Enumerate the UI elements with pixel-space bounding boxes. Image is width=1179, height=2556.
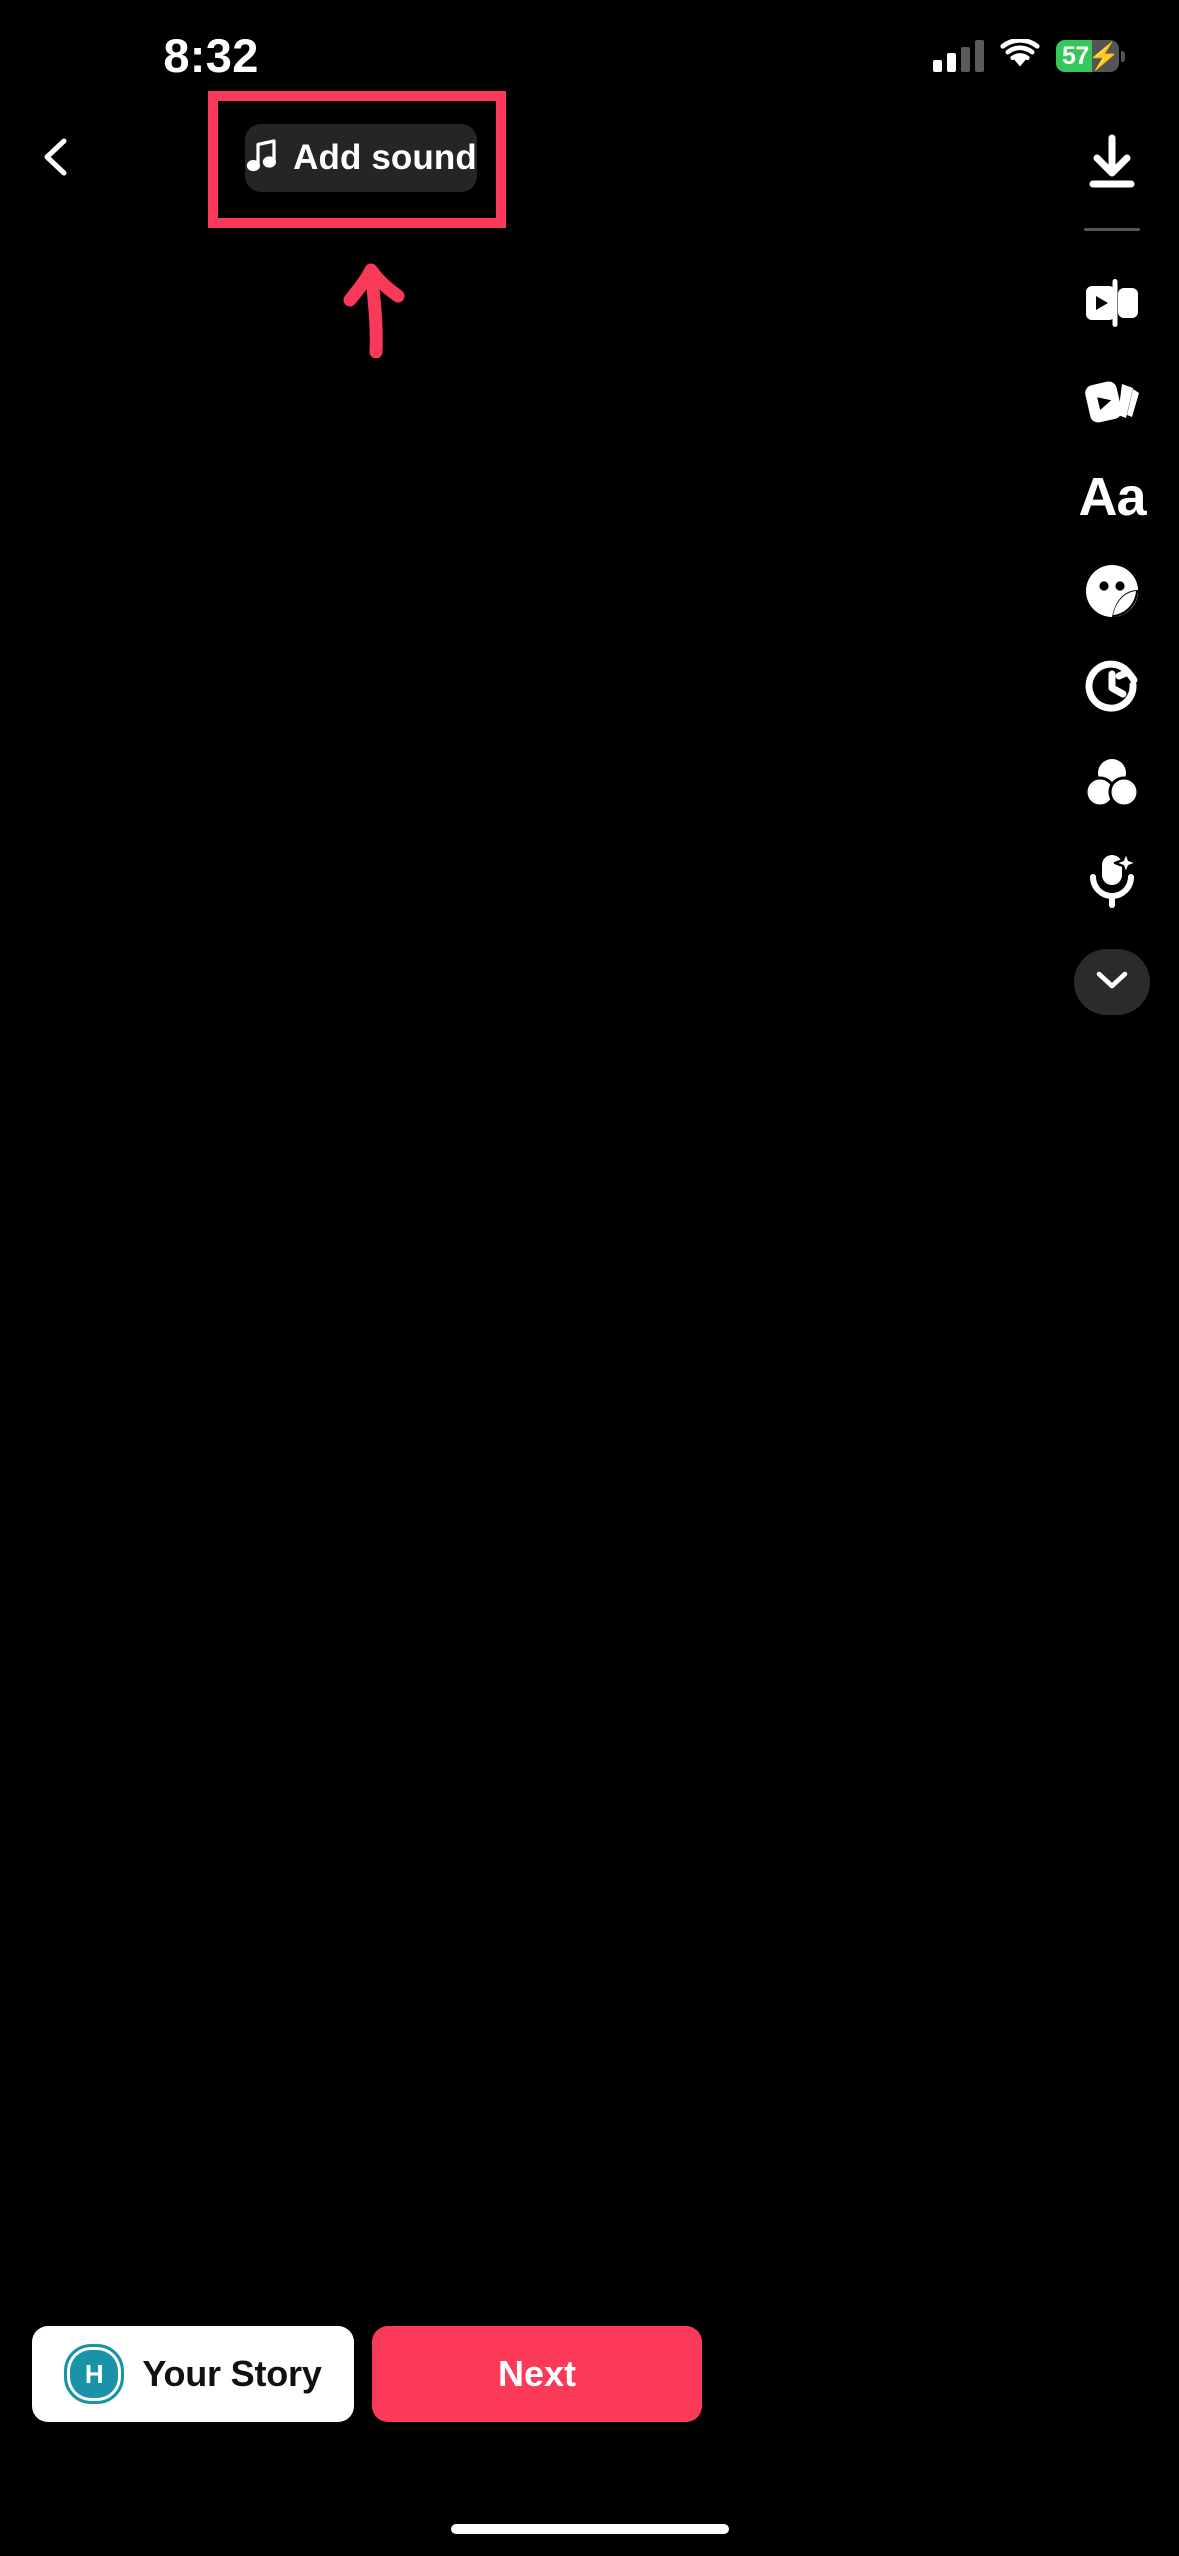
add-sound-button[interactable]: Add sound: [245, 124, 477, 192]
status-bar-time: 8:32: [163, 29, 259, 82]
filters-button[interactable]: [1045, 737, 1179, 833]
text-icon: Aa: [1078, 467, 1146, 527]
clips-button[interactable]: [1045, 353, 1179, 449]
collapse-toolbar-button[interactable]: [1074, 949, 1150, 1015]
chevron-down-icon: [1094, 968, 1130, 997]
sticker-button[interactable]: [1045, 545, 1179, 641]
download-button[interactable]: [1045, 118, 1179, 214]
next-label: Next: [497, 2353, 577, 2394]
voice-effects-icon: [1081, 848, 1143, 915]
timer-button[interactable]: [1045, 641, 1179, 737]
text-button[interactable]: Aa: [1045, 449, 1179, 545]
avatar: H: [64, 2344, 125, 2404]
wifi-icon: [1000, 37, 1040, 74]
add-sound-label: Add sound: [293, 138, 477, 177]
your-story-label: Your Story: [142, 2353, 322, 2394]
timer-icon: [1081, 656, 1143, 723]
lightning-bolt-icon: ⚡: [1087, 41, 1121, 71]
bottom-action-bar: H Your Story Next: [0, 2326, 1179, 2556]
download-icon: [1081, 133, 1143, 200]
status-bar-indicators: 57 ⚡: [933, 34, 1125, 78]
next-button[interactable]: Next: [372, 2326, 702, 2422]
voice-effects-button[interactable]: [1045, 833, 1179, 929]
trim-video-icon: [1081, 272, 1143, 339]
right-toolbar: Aa: [1045, 118, 1179, 1015]
battery-percent: 57: [1062, 42, 1089, 70]
annotation-arrow-icon: [320, 248, 430, 359]
filters-icon: [1081, 752, 1143, 819]
your-story-button[interactable]: H Your Story: [32, 2326, 354, 2422]
sticker-icon: [1081, 560, 1143, 627]
toolbar-divider: [1084, 228, 1140, 231]
story-editor-canvas: 8:32 57 ⚡ Add sound Aa H Your Story Next: [0, 0, 1179, 2556]
cellular-bars-icon: [933, 40, 984, 72]
trim-video-button[interactable]: [1045, 257, 1179, 353]
music-note-icon: [245, 138, 279, 179]
back-button[interactable]: [18, 120, 96, 198]
battery-icon: 57 ⚡: [1056, 40, 1125, 72]
status-bar: 8:32 57 ⚡: [0, 0, 1179, 110]
clips-cards-icon: [1081, 368, 1143, 435]
chevron-left-icon: [34, 134, 80, 185]
home-indicator[interactable]: [450, 2524, 729, 2534]
